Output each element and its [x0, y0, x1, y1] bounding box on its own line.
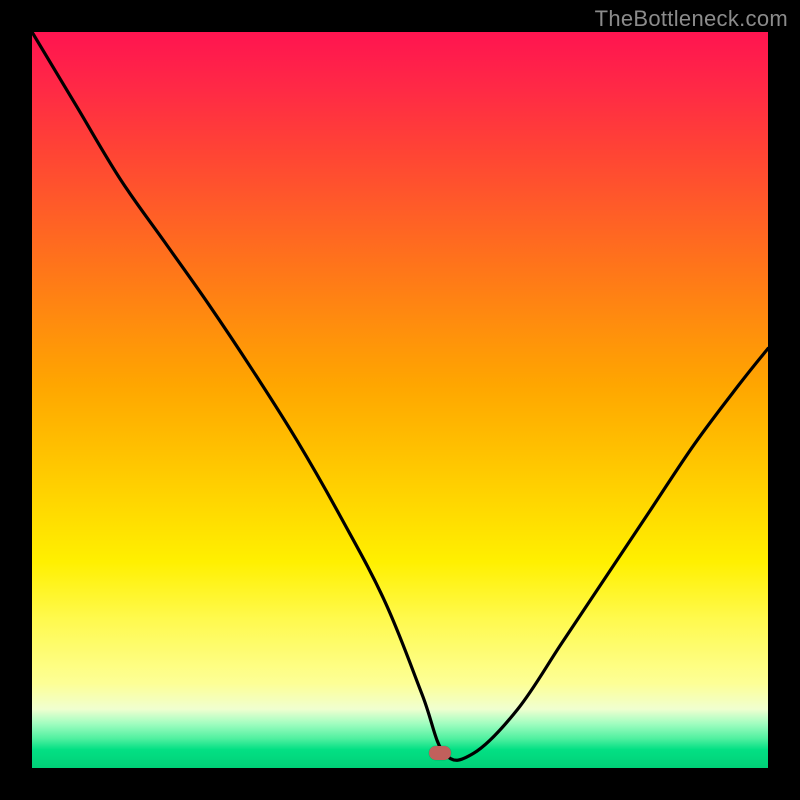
attribution-text: TheBottleneck.com — [595, 6, 788, 32]
plot-area — [32, 32, 768, 768]
chart-frame: TheBottleneck.com — [0, 0, 800, 800]
bottleneck-curve — [32, 32, 768, 768]
optimal-marker — [429, 746, 451, 760]
